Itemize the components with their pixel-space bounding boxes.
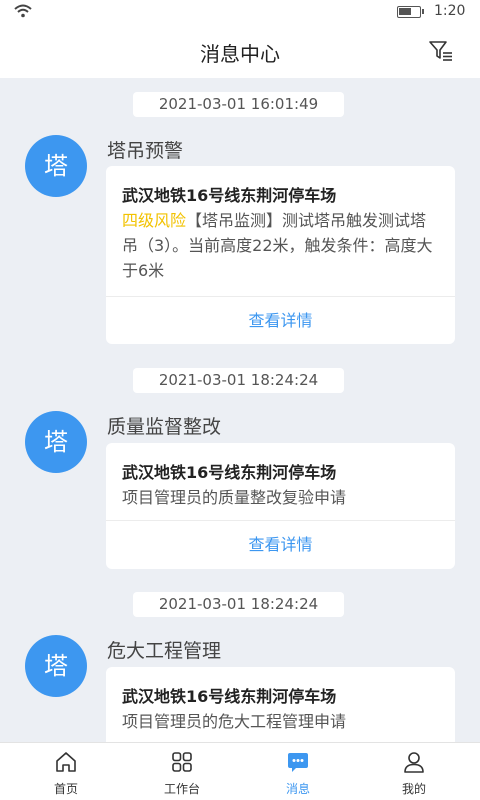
home-icon — [56, 752, 76, 772]
view-details-button[interactable]: 查看详情 — [106, 521, 455, 569]
avatar: 塔 — [25, 635, 87, 697]
tab-workbench[interactable]: 工作台 — [122, 743, 242, 800]
avatar: 塔 — [25, 411, 87, 473]
user-icon — [404, 752, 424, 773]
status-time: 1:20 — [434, 3, 466, 19]
tab-profile[interactable]: 我的 — [354, 743, 474, 800]
message-timestamp: 2021-03-01 16:01:49 — [133, 92, 344, 117]
message-content: 项目管理员的质量整改复验申请 — [122, 488, 347, 507]
message-feed[interactable]: 2021-03-01 16:01:49 塔 塔吊预警 武汉地铁16号线东荆河停车… — [0, 78, 480, 742]
message-timestamp: 2021-03-01 18:24:24 — [133, 592, 344, 617]
project-name: 武汉地铁16号线东荆河停车场 — [122, 687, 337, 706]
bottom-tab-bar: 首页 工作台 消息 我的 — [0, 742, 480, 800]
message-content: 项目管理员的危大工程管理申请 — [122, 712, 347, 731]
tab-messages[interactable]: 消息 — [238, 743, 358, 800]
tab-label: 首页 — [53, 782, 78, 796]
message-card: 武汉地铁16号线东荆河停车场 项目管理员的危大工程管理申请 — [106, 667, 455, 742]
project-name: 武汉地铁16号线东荆河停车场 — [122, 463, 337, 482]
tab-label: 我的 — [401, 782, 426, 796]
tab-label: 工作台 — [163, 782, 200, 796]
project-name: 武汉地铁16号线东荆河停车场 — [122, 186, 337, 205]
tab-home[interactable]: 首页 — [6, 743, 126, 800]
status-bar: 1:20 — [0, 0, 480, 24]
message-content: 四级风险【塔吊监测】测试塔吊触发测试塔吊（3）。当前高度22米，触发条件：高度大… — [122, 208, 441, 283]
avatar: 塔 — [25, 135, 87, 197]
message-type: 质量监督整改 — [107, 416, 222, 438]
message-type: 塔吊预警 — [107, 140, 184, 162]
message-icon — [288, 753, 308, 772]
header: 消息中心 — [0, 24, 480, 78]
message-type: 危大工程管理 — [107, 640, 222, 662]
wifi-icon — [14, 4, 32, 18]
risk-level: 四级风险 — [122, 211, 187, 230]
grid-icon — [172, 752, 192, 772]
page-title: 消息中心 — [200, 42, 280, 66]
message-card: 武汉地铁16号线东荆河停车场 四级风险【塔吊监测】测试塔吊触发测试塔吊（3）。当… — [106, 166, 455, 344]
message-card: 武汉地铁16号线东荆河停车场 项目管理员的质量整改复验申请 查看详情 — [106, 443, 455, 569]
message-timestamp: 2021-03-01 18:24:24 — [133, 368, 344, 393]
filter-icon[interactable] — [428, 39, 454, 63]
tab-label: 消息 — [285, 782, 310, 796]
battery-icon — [397, 6, 424, 18]
view-details-button[interactable]: 查看详情 — [106, 297, 455, 345]
